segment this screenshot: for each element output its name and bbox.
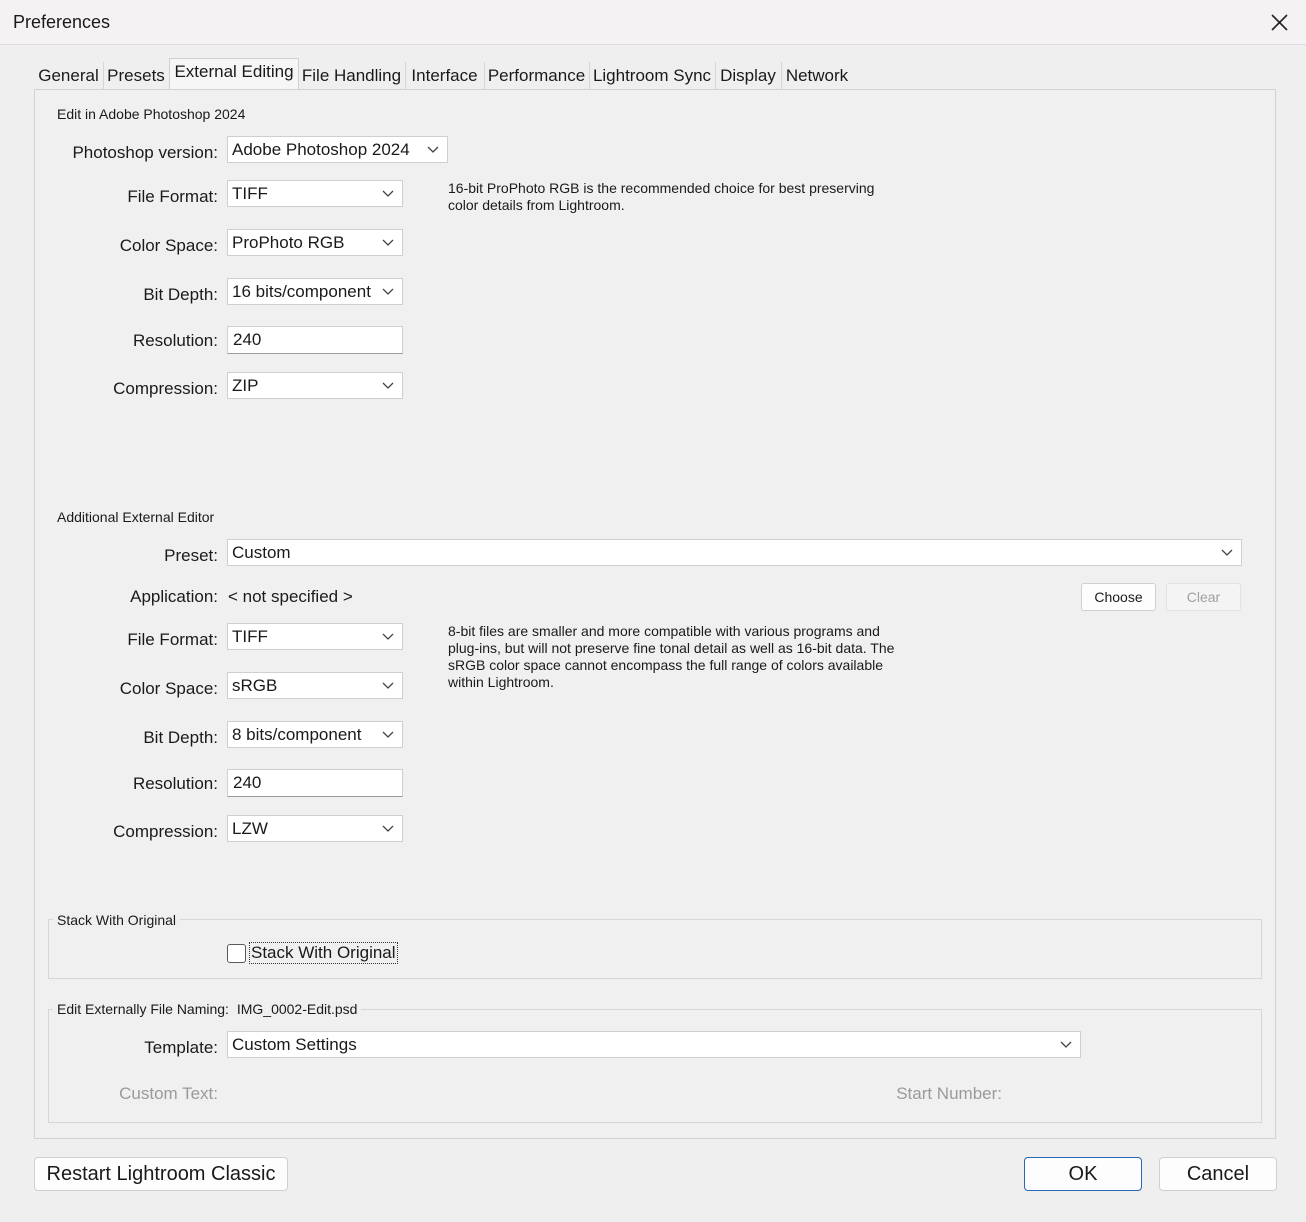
photoshop-version-select[interactable]: Adobe Photoshop 2024	[227, 136, 448, 163]
photoshop-group-label: Edit in Adobe Photoshop 2024	[57, 106, 246, 122]
ps-resolution-input[interactable]: 240	[227, 326, 403, 354]
ae-compression-select[interactable]: LZW	[227, 815, 403, 842]
custom-text-label: Custom Text:	[119, 1084, 218, 1103]
tab-presets[interactable]: Presets	[103, 62, 170, 90]
ps-file-format-select[interactable]: TIFF	[227, 180, 403, 207]
ae-bit-depth-value: 8 bits/component	[232, 725, 362, 744]
ps-color-space-label: Color Space:	[119, 236, 218, 255]
tab-performance[interactable]: Performance	[484, 62, 590, 90]
chevron-down-icon	[382, 682, 394, 689]
ae-resolution-value: 240	[233, 773, 262, 792]
ps-bit-depth-value: 16 bits/component	[232, 282, 371, 301]
photoshop-version-value: Adobe Photoshop 2024	[232, 140, 410, 159]
application-value: < not specified >	[228, 587, 353, 606]
ae-color-space-select[interactable]: sRGB	[227, 672, 403, 699]
template-select[interactable]: Custom Settings	[227, 1031, 1081, 1058]
stack-group-label: Stack With Original	[53, 912, 181, 928]
tab-external-editing[interactable]: External Editing	[169, 58, 299, 92]
ae-color-space-value: sRGB	[232, 676, 278, 695]
title-bar: Preferences	[0, 0, 1306, 45]
additional-editor-group-label: Additional External Editor	[57, 509, 215, 525]
restart-lightroom-button[interactable]: Restart Lightroom Classic	[34, 1157, 288, 1191]
ps-color-space-select[interactable]: ProPhoto RGB	[227, 229, 403, 256]
preset-label: Preset:	[164, 546, 218, 565]
ps-file-format-value: TIFF	[232, 184, 268, 203]
ae-bit-depth-select[interactable]: 8 bits/component	[227, 721, 403, 748]
stack-checkbox-label[interactable]: Stack With Original	[249, 942, 398, 964]
chevron-down-icon	[1221, 549, 1233, 556]
template-label: Template:	[144, 1038, 218, 1057]
ae-file-format-select[interactable]: TIFF	[227, 623, 403, 650]
photoshop-version-label: Photoshop version:	[72, 143, 218, 162]
cancel-button[interactable]: Cancel	[1159, 1157, 1277, 1191]
tab-file-handling[interactable]: File Handling	[298, 62, 406, 90]
tab-lightroom-sync[interactable]: Lightroom Sync	[589, 62, 716, 90]
close-button[interactable]	[1262, 8, 1296, 38]
choose-button[interactable]: Choose	[1081, 583, 1156, 611]
chevron-down-icon	[382, 288, 394, 295]
application-label: Application:	[130, 587, 218, 606]
chevron-down-icon	[382, 239, 394, 246]
naming-group-label: Edit Externally File Naming: IMG_0002-Ed…	[53, 1001, 362, 1017]
chevron-down-icon	[382, 190, 394, 197]
template-value: Custom Settings	[232, 1035, 357, 1054]
ae-file-format-value: TIFF	[232, 627, 268, 646]
chevron-down-icon	[427, 146, 439, 153]
naming-example: IMG_0002-Edit.psd	[236, 1001, 358, 1017]
ps-recommendation-note: 16-bit ProPhoto RGB is the recommended c…	[448, 180, 875, 213]
ps-file-format-label: File Format:	[127, 187, 218, 206]
naming-fieldset	[48, 1009, 1262, 1123]
ps-resolution-label: Resolution:	[132, 331, 218, 350]
ae-resolution-label: Resolution:	[132, 774, 218, 793]
ae-resolution-input[interactable]: 240	[227, 769, 403, 797]
clear-button[interactable]: Clear	[1166, 583, 1241, 611]
tab-interface[interactable]: Interface	[405, 62, 485, 90]
external-editing-panel	[34, 89, 1276, 1139]
ae-file-format-label: File Format:	[127, 630, 218, 649]
ps-resolution-value: 240	[233, 330, 262, 349]
close-icon	[1271, 14, 1288, 31]
ok-button[interactable]: OK	[1024, 1157, 1142, 1191]
chevron-down-icon	[1060, 1041, 1072, 1048]
preset-value: Custom	[232, 543, 291, 562]
ps-bit-depth-select[interactable]: 16 bits/component	[227, 278, 403, 305]
ps-compression-label: Compression:	[113, 379, 218, 398]
ae-bit-depth-label: Bit Depth:	[143, 728, 218, 747]
preset-select[interactable]: Custom	[227, 539, 1242, 566]
ps-bit-depth-label: Bit Depth:	[143, 285, 218, 304]
stack-checkbox[interactable]	[227, 944, 246, 963]
chevron-down-icon	[382, 633, 394, 640]
tab-network[interactable]: Network	[781, 62, 853, 90]
tab-general[interactable]: General	[34, 62, 104, 90]
ps-compression-value: ZIP	[232, 376, 259, 395]
ps-color-space-value: ProPhoto RGB	[232, 233, 345, 252]
chevron-down-icon	[382, 731, 394, 738]
ae-compression-value: LZW	[232, 819, 268, 838]
window-title: Preferences	[13, 12, 111, 32]
ps-compression-select[interactable]: ZIP	[227, 372, 403, 399]
start-number-label: Start Number:	[896, 1084, 1002, 1103]
chevron-down-icon	[382, 825, 394, 832]
ae-compression-label: Compression:	[113, 822, 218, 841]
ae-info-note: 8-bit files are smaller and more compati…	[448, 623, 895, 690]
ae-color-space-label: Color Space:	[119, 679, 218, 698]
chevron-down-icon	[382, 382, 394, 389]
tab-display[interactable]: Display	[715, 62, 782, 90]
